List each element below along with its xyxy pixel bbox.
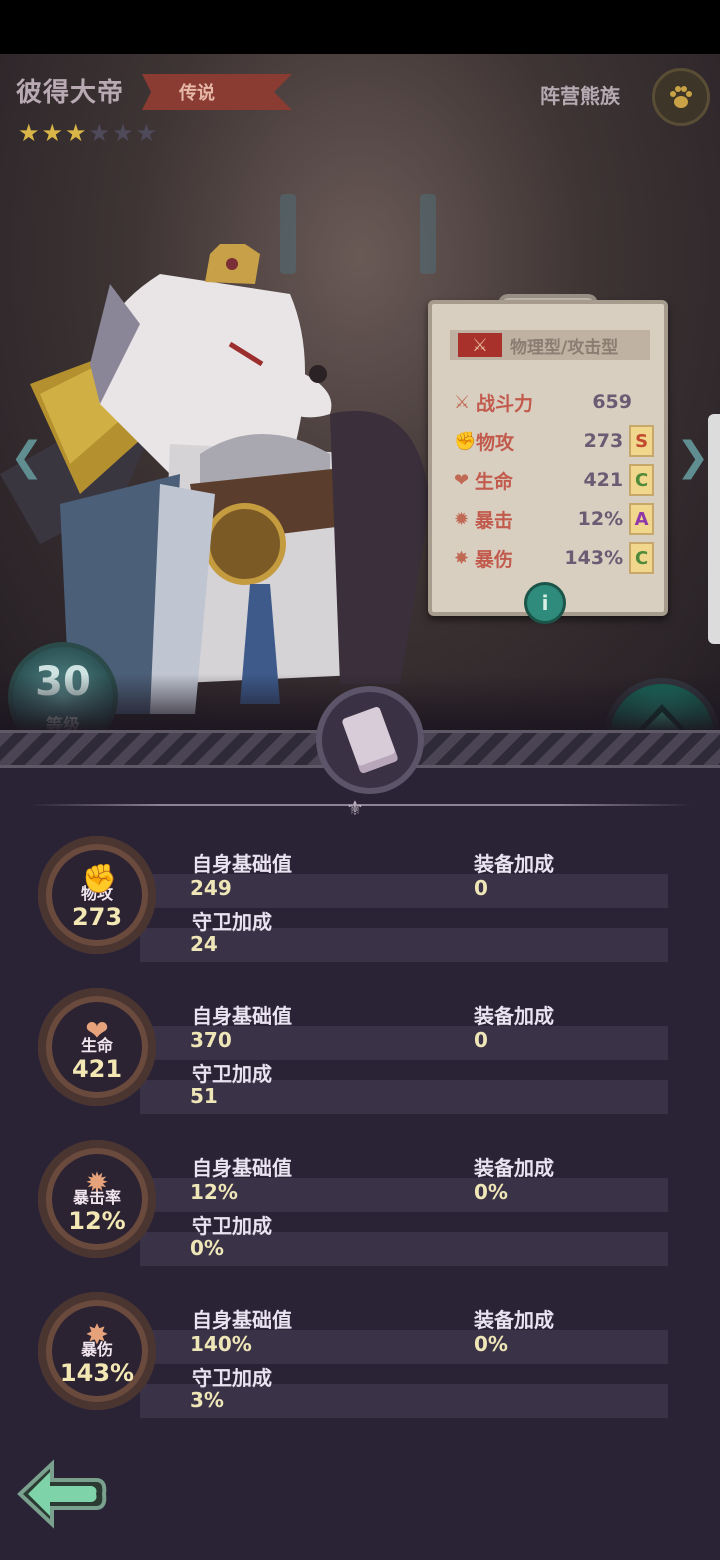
summary-value: 421: [583, 469, 624, 491]
summary-row: ✊ 物攻 273 S: [454, 425, 654, 457]
base-label: 自身基础值: [192, 852, 292, 876]
equip-label: 装备加成: [474, 852, 554, 876]
hero-detail-screen: 彼得大帝 传说 ★ ★ ★ ★ ★ ★ 阵营熊族 ❮ ❯ ⚔ 物理型/攻击型 ⚔…: [0, 0, 720, 1560]
guard-label: 守卫加成: [192, 1366, 272, 1390]
grade-badge: C: [629, 464, 655, 496]
guard-label: 守卫加成: [192, 1062, 272, 1086]
guard-value: 3%: [190, 1388, 224, 1412]
stat-total: 12%: [68, 1207, 126, 1235]
summary-label: 暴伤: [474, 548, 513, 571]
stat-gear-inner: ✸ 暴伤 143%: [52, 1306, 142, 1396]
base-label: 自身基础值: [192, 1308, 292, 1332]
burst-icon: ✸: [85, 1318, 109, 1351]
stat-total: 143%: [59, 1359, 135, 1387]
heart-icon: ❤: [85, 1014, 109, 1047]
grade-badge: A: [629, 503, 655, 535]
hero-name: 彼得大帝: [16, 78, 125, 108]
next-hero-arrow-icon[interactable]: ❯: [676, 434, 710, 480]
base-label: 自身基础值: [192, 1004, 292, 1028]
scroll-emblem[interactable]: [316, 686, 424, 794]
guard-value: 0%: [190, 1236, 224, 1260]
summary-row: ⚔ 战斗力 659: [454, 386, 654, 418]
paw-icon[interactable]: [652, 68, 710, 126]
base-value: 12%: [190, 1180, 238, 1204]
type-tag: ⚔ 物理型/攻击型: [450, 330, 650, 360]
fist-icon: ✊: [454, 430, 477, 452]
base-value: 140%: [190, 1332, 252, 1356]
guard-label: 守卫加成: [192, 1214, 272, 1238]
equip-value: 0%: [474, 1332, 508, 1356]
prev-hero-arrow-icon[interactable]: ❮: [10, 434, 44, 480]
equip-label: 装备加成: [474, 1156, 554, 1180]
star-empty-icon: ★: [88, 119, 111, 147]
stat-block: ❤ 生命 421 自身基础值 370 装备加成 0 守卫加成 51: [0, 988, 720, 1128]
status-bar: [0, 0, 720, 54]
summary-card: ⚔ 物理型/攻击型 ⚔ 战斗力 659 ✊ 物攻 273 S ❤ 生命 421 C ✹ 暴击 12% A ✸ 暴…: [428, 300, 668, 616]
type-label: 物理型/攻击型: [510, 337, 619, 358]
stat-gear: ❤ 生命 421: [38, 988, 156, 1106]
summary-value: 143%: [564, 547, 624, 569]
level-value: 30: [35, 659, 91, 705]
stat-block: ✸ 暴伤 143% 自身基础值 140% 装备加成 0% 守卫加成 3%: [0, 1292, 720, 1432]
equip-value: 0: [474, 1028, 488, 1052]
base-value: 249: [190, 876, 232, 900]
star-empty-icon: ★: [135, 119, 158, 147]
guard-value: 24: [190, 932, 218, 956]
stat-gear: ✸ 暴伤 143%: [38, 1292, 156, 1410]
equip-value: 0: [474, 876, 488, 900]
summary-value: 659: [592, 391, 632, 413]
stat-gear: ✊ 物攻 273: [38, 836, 156, 954]
crit-icon: ✹: [454, 508, 470, 530]
upgrade-arrow-button[interactable]: [604, 678, 720, 734]
equip-label: 装备加成: [474, 1308, 554, 1332]
grade-badge: S: [629, 425, 654, 457]
star-filled-icon: ★: [65, 119, 87, 147]
stat-gear-inner: ✊ 物攻 273: [52, 850, 142, 940]
rarity-ribbon: 传说: [142, 74, 292, 110]
fleur-icon: ⚜: [346, 796, 364, 820]
guard-value: 51: [190, 1084, 218, 1108]
heart-icon: ❤: [454, 469, 470, 491]
faction-label: 阵营熊族: [540, 84, 620, 108]
star-rating: ★ ★ ★ ★ ★ ★: [18, 120, 157, 146]
stat-total: 421: [71, 1055, 123, 1083]
summary-value: 273: [583, 430, 624, 452]
summary-row: ❤ 生命 421 C: [454, 464, 655, 496]
summary-value: 12%: [577, 508, 624, 530]
crit-icon: ✹: [85, 1166, 109, 1199]
base-label: 自身基础值: [192, 1156, 292, 1180]
stat-total: 273: [71, 903, 123, 931]
summary-label: 战斗力: [476, 392, 534, 415]
scroll-icon: [341, 705, 399, 775]
star-empty-icon: ★: [112, 119, 134, 147]
hero-showcase: 彼得大帝 传说 ★ ★ ★ ★ ★ ★ 阵营熊族 ❮ ❯ ⚔ 物理型/攻击型 ⚔…: [0, 54, 720, 734]
power-icon: ⚔: [454, 391, 471, 413]
stat-gear: ✹ 暴击率 12%: [38, 1140, 156, 1258]
base-value: 370: [190, 1028, 232, 1052]
scroll-handle[interactable]: [708, 414, 720, 644]
equip-value: 0%: [474, 1180, 508, 1204]
sword-icon: ⚔: [458, 333, 502, 357]
summary-label: 暴击: [474, 509, 513, 532]
fist-icon: ✊: [82, 862, 117, 895]
stat-block: ✊ 物攻 273 自身基础值 249 装备加成 0 守卫加成 24: [0, 836, 720, 976]
equip-label: 装备加成: [474, 1004, 554, 1028]
summary-row: ✹ 暴击 12% A: [454, 503, 655, 535]
stat-gear-inner: ❤ 生命 421: [52, 1002, 142, 1092]
star-filled-icon: ★: [41, 119, 64, 147]
stat-block: ✹ 暴击率 12% 自身基础值 12% 装备加成 0% 守卫加成 0%: [0, 1140, 720, 1280]
stat-gear-inner: ✹ 暴击率 12%: [52, 1154, 142, 1244]
summary-label: 生命: [474, 470, 513, 493]
guard-label: 守卫加成: [192, 910, 272, 934]
star-filled-icon: ★: [18, 119, 40, 147]
info-button[interactable]: i: [524, 582, 566, 624]
back-arrow-button[interactable]: [16, 1458, 108, 1530]
burst-icon: ✸: [454, 547, 470, 569]
summary-label: 物攻: [476, 431, 515, 454]
grade-badge: C: [629, 542, 655, 574]
rarity-label: 传说: [179, 83, 215, 104]
summary-row: ✸ 暴伤 143% C: [454, 542, 655, 574]
